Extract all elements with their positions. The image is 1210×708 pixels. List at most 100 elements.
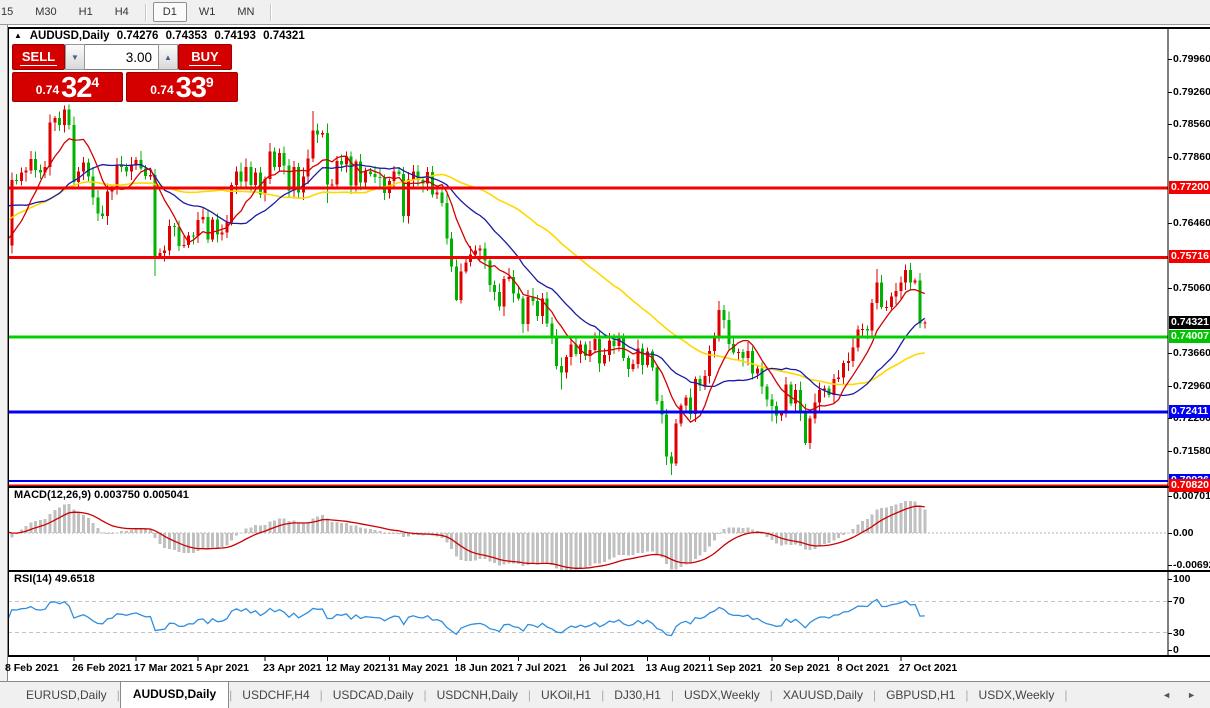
trading-terminal: 15 M30 H1 H4 D1 W1 MN ▲ AUDUSD,Daily 0.74276 0… xyxy=(0,0,1210,708)
sell-price-pips: 32 xyxy=(61,72,92,104)
price-tick-label: 0.79960 xyxy=(1173,53,1210,65)
chevron-down-icon: ▼ xyxy=(71,52,79,62)
tab-scroll-left-icon[interactable]: ◄ xyxy=(1162,690,1179,700)
rsi-tick-mark xyxy=(1168,650,1172,651)
collapse-panel-icon[interactable]: ▲ xyxy=(14,31,22,40)
buy-price-pips: 33 xyxy=(175,72,207,104)
volume-input[interactable] xyxy=(85,44,158,70)
date-label: 8 Feb 2021 xyxy=(5,662,59,674)
timeframe-button-m30[interactable]: M30 xyxy=(25,2,66,22)
rsi-tick-label: 0 xyxy=(1173,644,1179,656)
chart-tab-audusd-daily[interactable]: AUDUSD,Daily xyxy=(119,681,230,708)
ma-blue-line xyxy=(8,163,926,397)
tab-scroll-arrows: ◄ ► xyxy=(1162,690,1204,700)
sell-price-display[interactable]: 0.74 32 4 xyxy=(12,72,123,104)
price-tick-mark xyxy=(1168,59,1172,60)
volume-increase-button[interactable]: ▲ xyxy=(158,44,178,70)
chart-tab-xauusd-daily[interactable]: XAUUSD,Daily xyxy=(773,683,873,708)
price-badge: 0.74007 xyxy=(1169,330,1210,344)
price-tick-label: 0.76460 xyxy=(1173,216,1210,229)
macd-tick-mark xyxy=(1168,496,1172,497)
macd-indicator-label: MACD(12,26,9) 0.003750 0.005041 xyxy=(14,489,189,501)
price-tick-mark xyxy=(1168,157,1172,159)
price-tick-label: 0.72960 xyxy=(1173,380,1210,393)
date-label: 27 Oct 2021 xyxy=(898,662,958,674)
sell-price-base: 0.74 xyxy=(35,83,60,97)
price-tick-label: 0.71580 xyxy=(1173,444,1210,457)
price-axis: 0.79960 0.79260 0.78560 0.77860 0.76460 0.750… xyxy=(1168,25,1210,681)
timeframe-button-h1[interactable]: H1 xyxy=(69,2,103,22)
date-label: 13 Aug 2021 xyxy=(645,662,707,674)
ohlc-close: 0.74321 xyxy=(263,30,305,42)
chart-title: ▲ AUDUSD,Daily 0.74276 0.74353 0.74193 0… xyxy=(14,30,309,42)
timeframe-button-w1[interactable]: W1 xyxy=(189,2,226,22)
chart-tab-usdx-weekly[interactable]: USDX,Weekly xyxy=(969,683,1065,708)
date-label: 18 Jun 2021 xyxy=(454,662,514,674)
tab-separator: | xyxy=(1064,688,1068,702)
chart-tab-ukoil-h1[interactable]: UKOil,H1 xyxy=(531,683,601,708)
date-label: 26 Feb 2021 xyxy=(71,662,132,674)
ma-red-line xyxy=(8,137,926,423)
chart-tab-usdcad-daily[interactable]: USDCAD,Daily xyxy=(323,683,424,708)
toolbar-separator xyxy=(270,3,273,21)
chart-tab-usdcnh-daily[interactable]: USDCNH,Daily xyxy=(427,683,528,708)
price-badge: 0.77200 xyxy=(1169,180,1210,194)
chart-tab-gbpusd-h1[interactable]: GBPUSD,H1 xyxy=(876,683,965,708)
timeframe-button-d1[interactable]: D1 xyxy=(152,2,187,22)
volume-decrease-button[interactable]: ▼ xyxy=(65,44,85,70)
rsi-tick-mark xyxy=(1168,601,1172,603)
macd-tick-label: -0.006923 xyxy=(1173,559,1210,571)
buy-button[interactable]: BUY xyxy=(178,44,232,70)
price-tick-mark xyxy=(1168,450,1172,452)
price-badge: 0.75716 xyxy=(1169,250,1210,264)
date-label: 26 Jul 2021 xyxy=(578,662,635,674)
chart-window: ▲ AUDUSD,Daily 0.74276 0.74353 0.74193 0… xyxy=(0,25,1210,681)
chart-tab-usdchf-h4[interactable]: USDCHF,H4 xyxy=(232,683,319,708)
one-click-trading-panel: SELL ▼ ▲ BUY 0.74 32 4 0.74 33 9 xyxy=(12,44,238,104)
price-tick-mark xyxy=(1168,287,1172,289)
buy-price-base: 0.74 xyxy=(150,83,174,97)
ohlc-open: 0.74276 xyxy=(116,30,159,42)
price-tick-label: 0.75060 xyxy=(1173,281,1210,294)
rsi-tick-mark xyxy=(1168,579,1172,580)
chart-tab-bar: EURUSD,Daily | AUDUSD,Daily | USDCHF,H4 | USDC… xyxy=(0,681,1210,708)
macd-histogram xyxy=(8,501,927,570)
rsi-tick-label: 30 xyxy=(1173,626,1185,639)
date-label: 31 May 2021 xyxy=(387,662,449,674)
timeframe-button-15[interactable]: 15 xyxy=(0,2,23,22)
tab-strip: EURUSD,Daily | AUDUSD,Daily | USDCHF,H4 | USDC… xyxy=(16,681,1068,708)
price-badge: 0.72411 xyxy=(1169,404,1210,418)
rsi-indicator-label: RSI(14) 49.6518 xyxy=(14,573,95,585)
rsi-line xyxy=(8,598,925,637)
ohlc-high: 0.74353 xyxy=(165,30,208,42)
sell-button[interactable]: SELL xyxy=(12,44,65,70)
price-tick-mark xyxy=(1168,222,1172,224)
macd-tick-label: 0.00 xyxy=(1173,527,1194,539)
macd-tick-mark xyxy=(1168,565,1172,566)
chart-tab-eurusd-daily[interactable]: EURUSD,Daily xyxy=(16,683,117,708)
price-tick-mark xyxy=(1168,124,1172,126)
candles xyxy=(8,104,927,475)
buy-price-display[interactable]: 0.74 33 9 xyxy=(126,72,238,104)
price-tick-mark xyxy=(1168,91,1172,93)
tab-scroll-right-icon[interactable]: ► xyxy=(1187,690,1204,700)
timeframe-button-mn[interactable]: MN xyxy=(227,2,264,22)
price-tick-mark xyxy=(1168,417,1172,419)
chart-canvas[interactable] xyxy=(8,26,1210,680)
date-label: 1 Sep 2021 xyxy=(707,662,762,674)
date-label: 7 Jul 2021 xyxy=(516,662,567,674)
macd-tick-label: 0.007015 xyxy=(1173,490,1210,502)
chart-tab-usdx-weekly[interactable]: USDX,Weekly xyxy=(674,683,770,708)
rsi-tick-label: 70 xyxy=(1173,595,1185,608)
chart-tab-dj30-h1[interactable]: DJ30,H1 xyxy=(604,683,671,708)
date-label: 8 Oct 2021 xyxy=(836,662,890,674)
date-label: 17 Mar 2021 xyxy=(134,662,194,674)
price-tick-label: 0.73660 xyxy=(1173,347,1210,360)
date-label: 12 May 2021 xyxy=(325,662,387,674)
date-label: 20 Sep 2021 xyxy=(769,662,830,674)
buy-price-pipette: 9 xyxy=(205,74,214,90)
timeframe-button-h4[interactable]: H4 xyxy=(105,2,139,22)
rsi-tick-label: 100 xyxy=(1173,573,1191,585)
price-tick-mark xyxy=(1168,386,1172,388)
date-label: 5 Apr 2021 xyxy=(196,662,249,674)
